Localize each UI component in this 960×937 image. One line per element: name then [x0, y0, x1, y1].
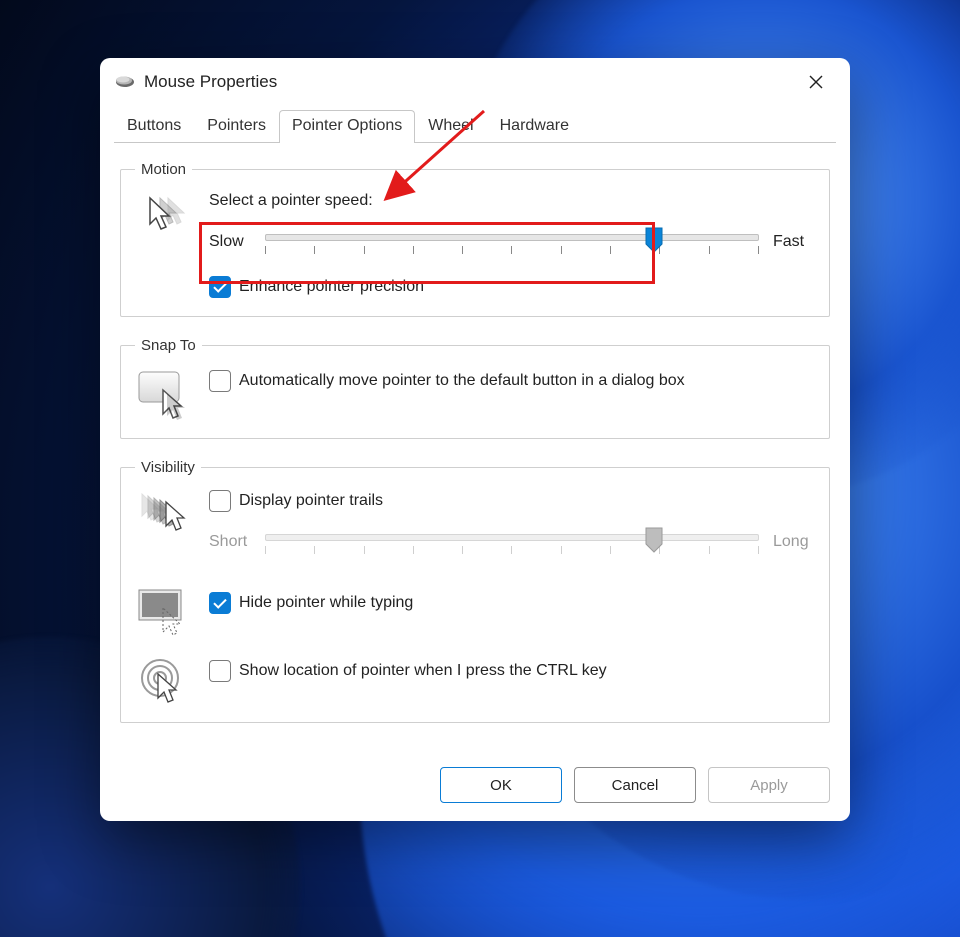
pointer-speed-label: Select a pointer speed:: [209, 192, 815, 210]
tab-hardware[interactable]: Hardware: [487, 110, 582, 143]
motion-pointer-icon: [135, 192, 191, 234]
tab-buttons[interactable]: Buttons: [114, 110, 194, 143]
pointer-speed-slow-label: Slow: [209, 233, 251, 251]
hide-while-typing-checkbox[interactable]: [209, 592, 231, 614]
mouse-device-icon: [114, 75, 136, 89]
tab-content: Motion Select a pointer speed: Slow: [114, 142, 836, 757]
pointer-trails-thumb: [644, 526, 664, 554]
pointer-speed-thumb[interactable]: [644, 226, 664, 254]
dialog-buttonbar: OK Cancel Apply: [100, 757, 850, 821]
group-visibility-legend: Visibility: [135, 459, 201, 476]
trails-long-label: Long: [773, 533, 815, 551]
enhance-precision-checkbox[interactable]: [209, 276, 231, 298]
desktop-wallpaper: Mouse Properties Buttons Pointers Pointe…: [0, 0, 960, 937]
tab-pointer-options[interactable]: Pointer Options: [279, 110, 415, 143]
tab-wheel[interactable]: Wheel: [415, 110, 486, 143]
group-motion-legend: Motion: [135, 161, 192, 178]
group-snapto-legend: Snap To: [135, 337, 202, 354]
pointer-trails-label[interactable]: Display pointer trails: [239, 492, 383, 510]
tabstrip: Buttons Pointers Pointer Options Wheel H…: [100, 106, 850, 142]
enhance-precision-row: Enhance pointer precision: [209, 276, 815, 298]
window-title: Mouse Properties: [144, 72, 277, 92]
pointer-trails-checkbox[interactable]: [209, 490, 231, 512]
snapto-checkbox[interactable]: [209, 370, 231, 392]
group-motion: Motion Select a pointer speed: Slow: [120, 161, 830, 317]
pointer-trails-slider: [265, 522, 759, 562]
hide-while-typing-label[interactable]: Hide pointer while typing: [239, 594, 413, 612]
group-snapto: Snap To: [120, 337, 830, 439]
tab-pointers[interactable]: Pointers: [194, 110, 279, 143]
ctrl-locate-label[interactable]: Show location of pointer when I press th…: [239, 662, 607, 680]
mouse-properties-dialog: Mouse Properties Buttons Pointers Pointe…: [100, 58, 850, 821]
enhance-precision-label[interactable]: Enhance pointer precision: [239, 278, 424, 296]
pointer-speed-row: Slow Fast: [209, 222, 815, 262]
trails-short-label: Short: [209, 533, 251, 551]
pointer-speed-slider[interactable]: [265, 222, 759, 262]
cancel-button[interactable]: Cancel: [574, 767, 696, 803]
snapto-label[interactable]: Automatically move pointer to the defaul…: [239, 370, 685, 392]
snapto-icon: [135, 368, 191, 420]
apply-button: Apply: [708, 767, 830, 803]
group-visibility: Visibility: [120, 459, 830, 723]
close-button[interactable]: [796, 62, 836, 102]
ctrl-locate-icon: [135, 654, 191, 704]
pointer-trails-icon: [135, 490, 191, 538]
ok-button[interactable]: OK: [440, 767, 562, 803]
pointer-speed-fast-label: Fast: [773, 233, 815, 251]
close-icon: [809, 75, 823, 89]
ctrl-locate-checkbox[interactable]: [209, 660, 231, 682]
titlebar: Mouse Properties: [100, 58, 850, 106]
hide-while-typing-icon: [135, 586, 191, 636]
